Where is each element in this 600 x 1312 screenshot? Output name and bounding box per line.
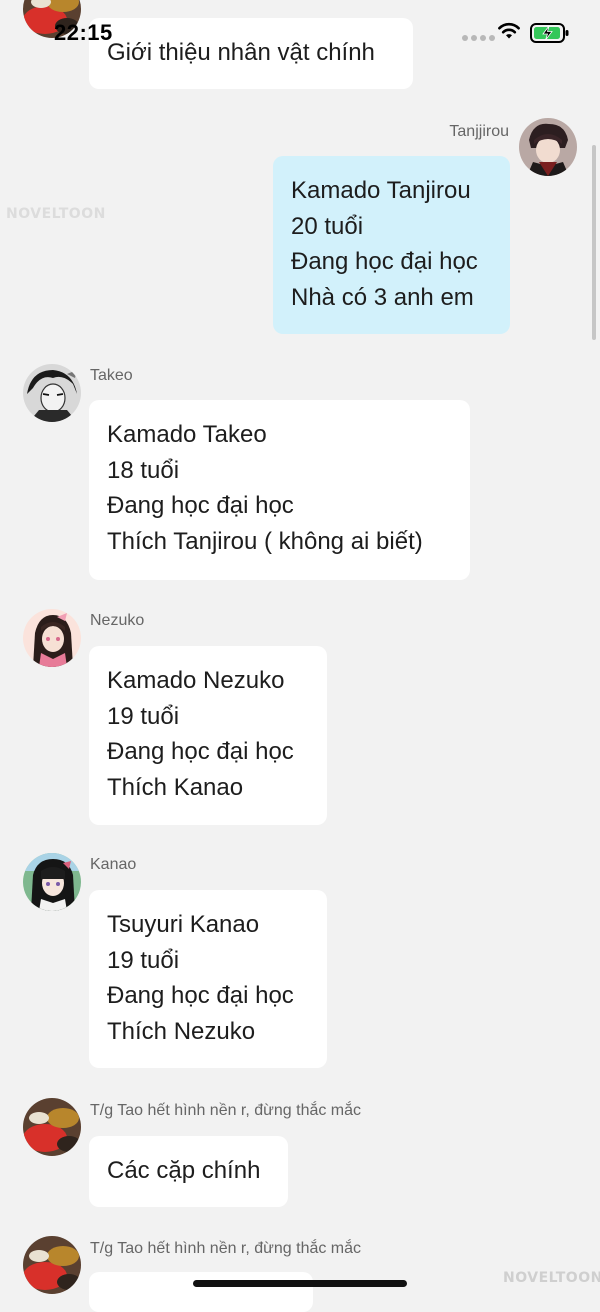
message-line: Thích Tanjirou ( không ai biết) <box>107 527 423 555</box>
chat-message: T/g Tao hết hình nền r, đừng thắc mắc <box>0 1236 600 1312</box>
message-line: Nhà có 3 anh em <box>291 283 474 311</box>
food-avatar[interactable] <box>23 1098 81 1156</box>
status-bar: 22:15 <box>0 0 600 60</box>
food-avatar[interactable] <box>23 1236 81 1294</box>
message-line: Thích Nezuko <box>107 1017 256 1045</box>
message-bubble: Các cặp chính <box>89 1136 288 1207</box>
sender-name: Nezuko <box>90 612 145 629</box>
message-line: Kamado Tanjirou <box>291 177 471 204</box>
chat-message: Nezuko Kamado Nezuko 19 tuổi Đang học đạ… <box>0 609 600 829</box>
chat-message: Kanao Tsuyuri Kanao 19 tuổi Đang học đại… <box>0 853 600 1073</box>
sender-name: T/g Tao hết hình nền r, đừng thắc mắc <box>90 1102 362 1119</box>
message-bubble: Kamado Takeo 18 tuổi Đang học đại học Th… <box>89 400 470 580</box>
message-line: Tsuyuri Kanao <box>107 911 260 938</box>
noveltoon-watermark: NOVELTOON <box>503 1270 600 1286</box>
wifi-icon <box>498 22 520 39</box>
message-line: Thích Kanao <box>107 773 244 801</box>
chat-message: Takeo Kamado Takeo 18 tuổi Đang học đại … <box>0 364 600 584</box>
sender-name: Tanjjirou <box>449 123 509 140</box>
message-line: Đang học đại học <box>107 738 294 765</box>
sender-name: Takeo <box>90 367 133 384</box>
home-indicator[interactable] <box>193 1280 407 1287</box>
message-line: 19 tuổi <box>107 702 180 730</box>
battery-charging-icon <box>530 23 569 43</box>
message-line: 18 tuổi <box>107 456 180 484</box>
message-line: Kamado Nezuko <box>107 667 285 694</box>
message-line: 20 tuổi <box>291 212 364 240</box>
chat-message: Tanjjirou Kamado Tanjirou 20 tuổi Đang h… <box>0 115 600 340</box>
sender-name: Kanao <box>90 856 137 873</box>
message-line: Đang học đại học <box>291 248 478 275</box>
kanao-avatar[interactable] <box>23 853 81 911</box>
tanjirou-avatar[interactable] <box>519 118 577 176</box>
message-bubble: Tsuyuri Kanao 19 tuổi Đang học đại học T… <box>89 890 327 1068</box>
chat-message: T/g Tao hết hình nền r, đừng thắc mắc Cá… <box>0 1098 600 1213</box>
status-time: 22:15 <box>54 20 113 45</box>
message-line: Các cặp chính <box>107 1157 261 1184</box>
message-line: Kamado Takeo <box>107 421 267 448</box>
message-bubble <box>89 1272 313 1312</box>
message-line: Đang học đại học <box>107 982 294 1009</box>
message-line: 19 tuổi <box>107 946 180 974</box>
nezuko-avatar[interactable] <box>23 609 81 667</box>
signal-dots-icon <box>462 35 495 41</box>
message-bubble: Kamado Nezuko 19 tuổi Đang học đại học T… <box>89 646 327 825</box>
message-line: Đang học đại học <box>107 492 294 519</box>
scrollbar[interactable] <box>592 145 596 340</box>
takeo-avatar[interactable] <box>23 364 81 422</box>
sender-name: T/g Tao hết hình nền r, đừng thắc mắc <box>90 1240 362 1257</box>
message-bubble: Kamado Tanjirou 20 tuổi Đang học đại học… <box>273 156 510 334</box>
